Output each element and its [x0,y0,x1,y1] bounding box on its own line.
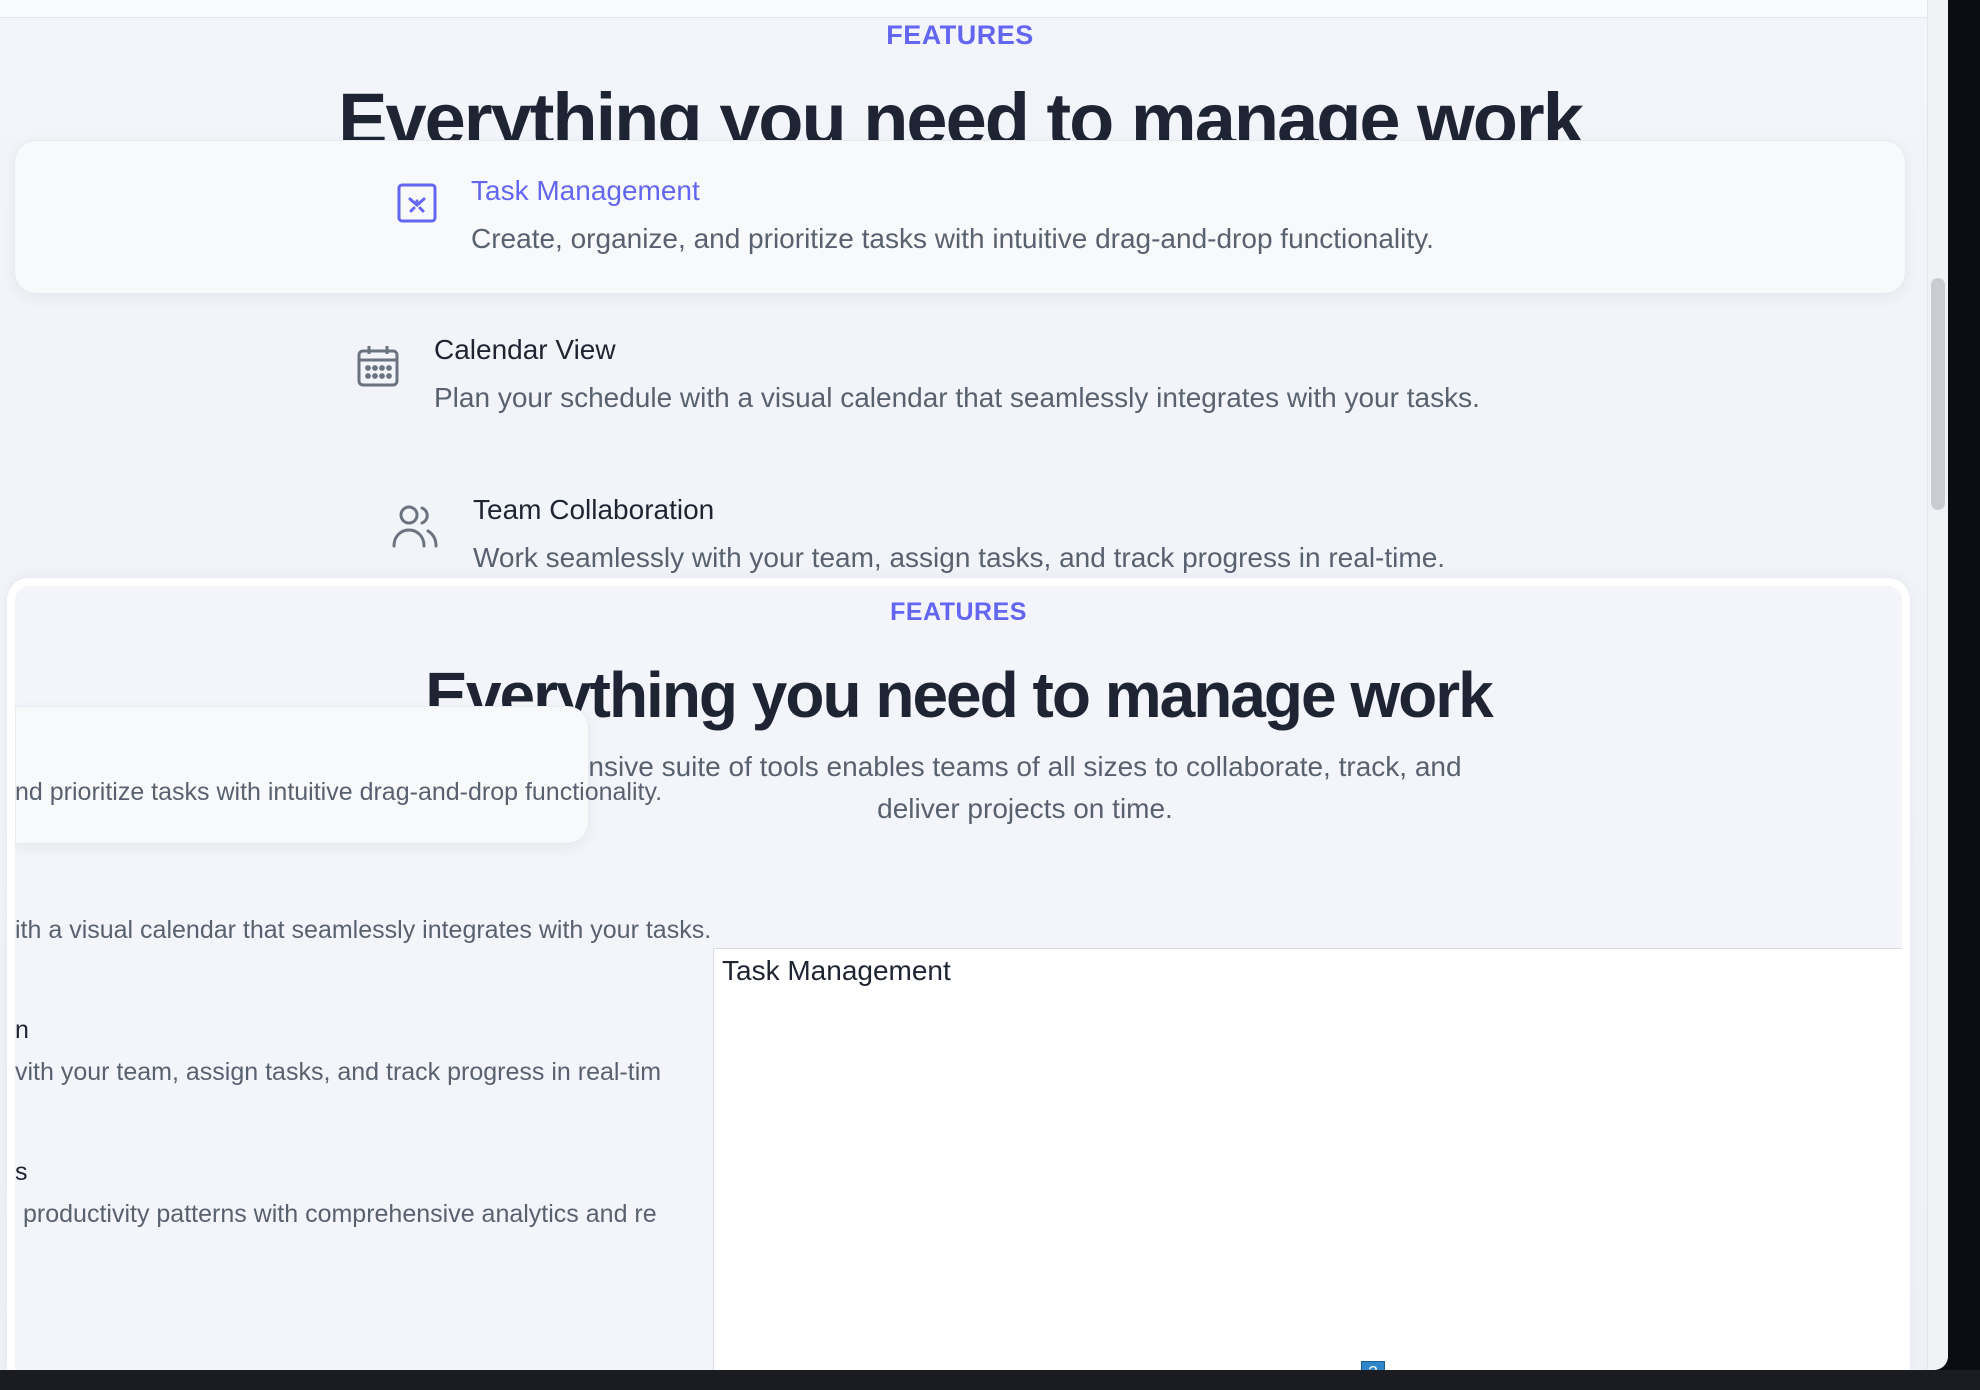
window-bottom-edge [0,1370,1980,1390]
overlay-feature-list: ith a visual calendar that seamlessly in… [15,916,713,1370]
overlay-task-desc-fragment: nd prioritize tasks with intuitive drag-… [15,778,663,806]
overlay-team-title-fragment: n [15,1016,29,1044]
overlay-frame: FEATURES Everything you need to manage w… [7,578,1910,1370]
feature-preview-panel: Task Management ? [713,948,1902,1370]
browser-viewport: FEATURES Everything you need to manage w… [0,0,1948,1370]
preview-title: Task Management [722,955,951,986]
overlay-analytics-desc-fragment: productivity patterns with comprehensive… [23,1200,657,1228]
overlay-calendar-desc-fragment: ith a visual calendar that seamlessly in… [15,916,712,944]
section-eyebrow: FEATURES [886,20,1034,50]
feature-card-task-management[interactable]: Task Management Create, organize, and pr… [14,140,1906,294]
overlay-team-desc-fragment: vith your team, assign tasks, and track … [15,1058,662,1086]
feature-title: Task Management [471,175,700,206]
section-headline: Everything you need to manage work [338,78,1584,142]
feature-title: Calendar View [434,334,616,365]
feature-description: Work seamlessly with your team, assign t… [473,542,1446,573]
top-edge [0,0,1948,18]
overlay-eyebrow: FEATURES [890,598,1027,626]
feature-title: Team Collaboration [473,494,715,525]
overlay-analytics-title-fragment: s [15,1158,28,1186]
scrollbar-thumb[interactable] [1931,278,1945,510]
scrollbar[interactable] [1927,0,1948,1370]
calendar-icon [354,342,402,390]
help-icon[interactable]: ? [1361,1361,1385,1370]
task-icon [393,179,441,227]
users-icon [390,502,438,550]
feature-description: Create, organize, and prioritize tasks w… [471,223,1434,254]
feature-description: Plan your schedule with a visual calenda… [434,382,1480,413]
